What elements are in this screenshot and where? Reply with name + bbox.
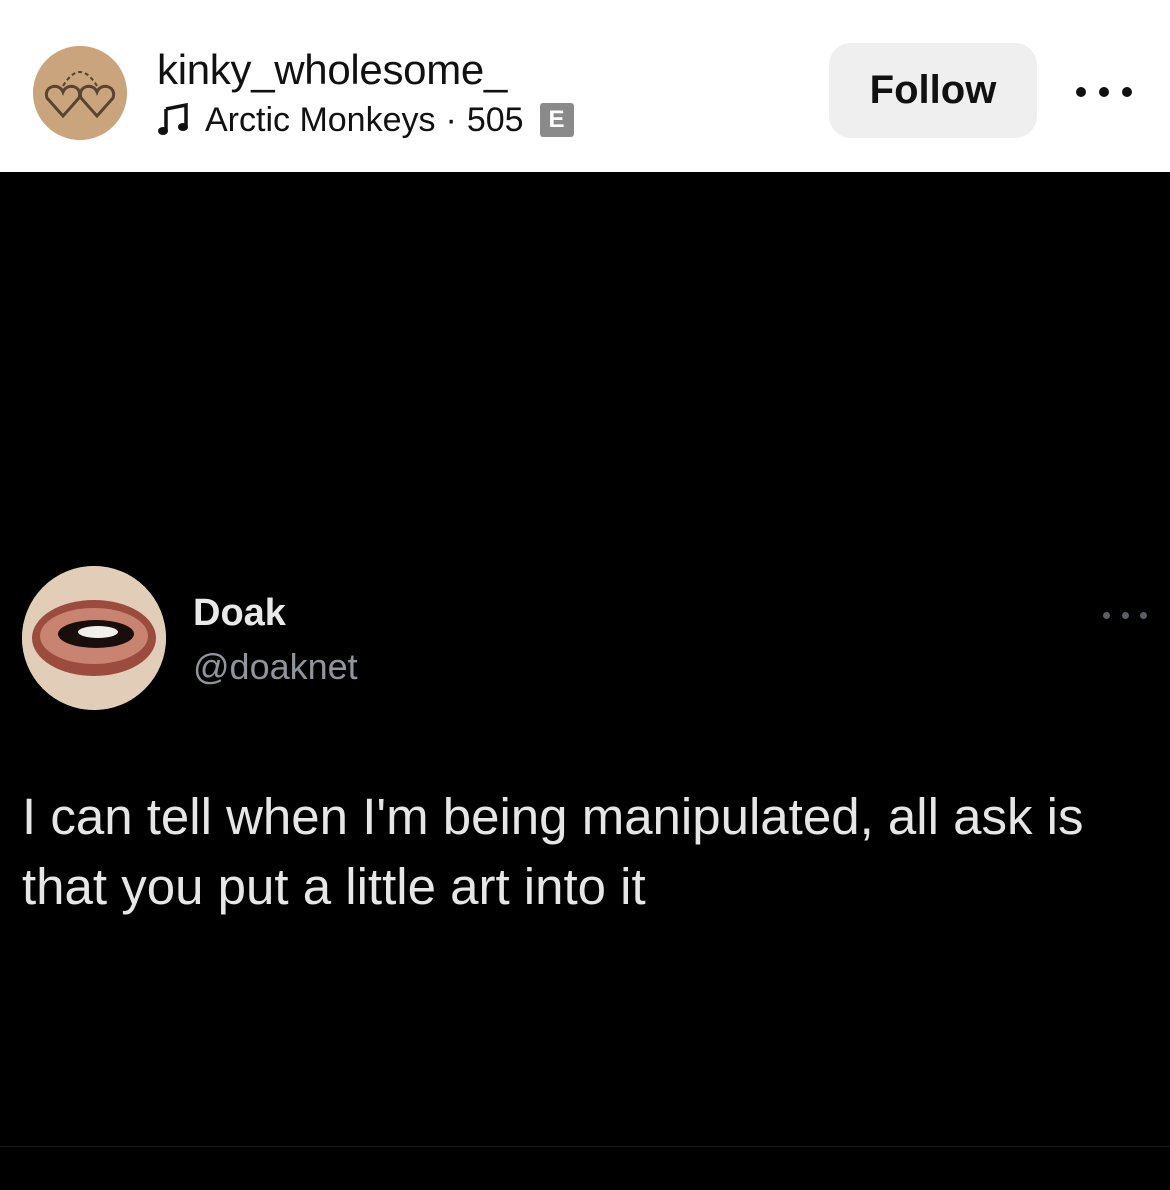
more-options-icon[interactable] — [1076, 82, 1132, 102]
profile-avatar[interactable] — [33, 46, 127, 140]
follow-button[interactable]: Follow — [829, 43, 1037, 138]
post-header: kinky_wholesome_ Arctic Monkeys · 505 E … — [0, 0, 1170, 172]
tweet-more-dot — [1103, 611, 1110, 619]
tweet-more-icon — [1103, 610, 1147, 620]
tweet-avatar — [22, 566, 166, 710]
audio-artist: Arctic Monkeys — [205, 100, 436, 139]
lips-icon — [22, 566, 166, 710]
handcuff-hearts-icon — [33, 46, 127, 140]
audio-count: 505 — [466, 100, 524, 139]
more-dot — [1099, 87, 1109, 97]
audio-info[interactable]: Arctic Monkeys · 505 E — [157, 98, 574, 142]
post-image[interactable]: Doak @doaknet I can tell when I'm being … — [0, 172, 1170, 1190]
tweet-more-dot — [1121, 611, 1129, 619]
more-dot — [1122, 87, 1132, 97]
music-note-icon — [158, 103, 188, 135]
divider — [0, 1146, 1170, 1147]
explicit-badge: E — [539, 103, 574, 137]
tweet-text: I can tell when I'm being manipulated, a… — [22, 788, 1084, 915]
more-dot — [1076, 87, 1086, 97]
tweet-display-name: Doak — [193, 592, 286, 634]
audio-separator: · — [445, 100, 457, 139]
tweet-more-dot — [1140, 611, 1147, 619]
tweet-handle: @doaknet — [193, 646, 358, 687]
username[interactable]: kinky_wholesome_ — [157, 46, 507, 94]
